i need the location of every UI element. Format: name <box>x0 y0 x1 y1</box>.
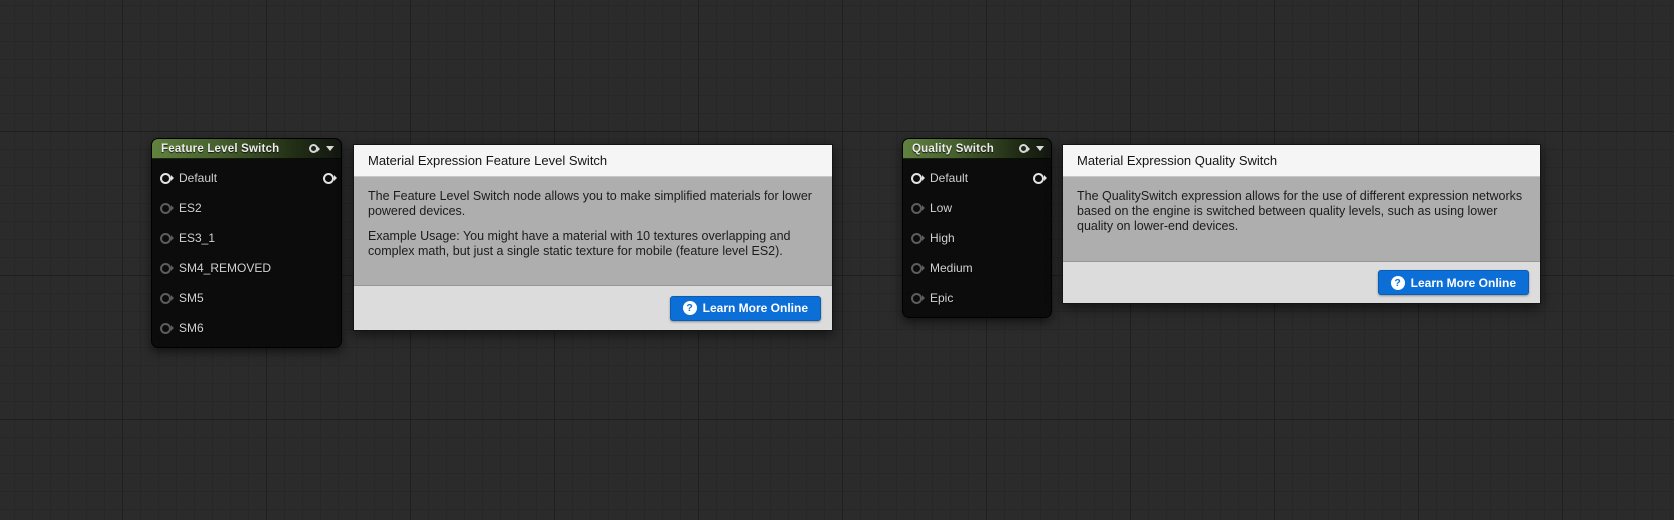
pin-label: Epic <box>930 291 954 305</box>
chevron-down-icon[interactable] <box>1036 146 1044 151</box>
input-pin-icon[interactable] <box>911 262 922 274</box>
header-icons <box>1019 144 1044 153</box>
pin-row: Low <box>903 193 1051 223</box>
pin-label: High <box>930 231 955 245</box>
pin-row: Default <box>152 163 341 193</box>
tooltip-paragraph: The QualitySwitch expression allows for … <box>1077 189 1523 233</box>
pin-label: SM4_REMOVED <box>179 261 272 275</box>
pin-row: Default <box>903 163 1051 193</box>
question-mark-icon: ? <box>1390 275 1405 290</box>
pin-label: Default <box>179 171 218 185</box>
learn-more-label: Learn More Online <box>702 301 808 315</box>
input-pin-icon[interactable] <box>160 232 171 244</box>
pin-row: Epic <box>903 283 1051 313</box>
pin-row: High <box>903 223 1051 253</box>
learn-more-online-button[interactable]: ? Learn More Online <box>1377 270 1529 295</box>
preview-pin-icon[interactable] <box>309 144 318 153</box>
node-feature-level-switch[interactable]: Feature Level Switch Default ES2 ES3_1 S… <box>151 138 342 348</box>
tooltip-title: Material Expression Quality Switch <box>1063 145 1540 177</box>
preview-pin-icon[interactable] <box>1019 144 1028 153</box>
pin-row: ES2 <box>152 193 341 223</box>
pin-row: SM4_REMOVED <box>152 253 341 283</box>
learn-more-label: Learn More Online <box>1410 275 1516 290</box>
input-pin-icon[interactable] <box>160 202 171 214</box>
pin-label: Medium <box>930 261 973 275</box>
node-header[interactable]: Feature Level Switch <box>152 139 341 159</box>
chevron-down-icon[interactable] <box>326 146 334 151</box>
pin-row: Medium <box>903 253 1051 283</box>
input-pin-icon[interactable] <box>160 262 171 274</box>
tooltip-feature-level-switch: Material Expression Feature Level Switch… <box>353 144 833 331</box>
tooltip-paragraph: The Feature Level Switch node allows you… <box>368 189 812 218</box>
input-pin-icon[interactable] <box>911 202 922 214</box>
tooltip-paragraph: Example Usage: You might have a material… <box>368 229 791 258</box>
tooltip-footer: ? Learn More Online <box>354 285 832 330</box>
output-pin-icon[interactable] <box>1033 172 1044 184</box>
question-mark-icon: ? <box>682 301 697 315</box>
pin-label: Default <box>930 171 969 185</box>
learn-more-online-button[interactable]: ? Learn More Online <box>669 295 821 321</box>
pin-label: ES2 <box>179 201 202 215</box>
node-title: Feature Level Switch <box>161 142 280 155</box>
output-pin-icon[interactable] <box>323 172 334 184</box>
input-pin-icon[interactable] <box>911 232 922 244</box>
pin-label: SM5 <box>179 291 204 305</box>
input-pin-icon[interactable] <box>160 292 171 304</box>
node-title: Quality Switch <box>912 142 995 155</box>
tooltip-description: The Feature Level Switch node allows you… <box>354 177 832 285</box>
tooltip-title: Material Expression Feature Level Switch <box>354 145 832 177</box>
tooltip-quality-switch: Material Expression Quality Switch The Q… <box>1062 144 1541 304</box>
node-body: Default Low High Medium Epic <box>903 159 1051 317</box>
tooltip-footer: ? Learn More Online <box>1063 261 1540 303</box>
input-pin-icon[interactable] <box>911 172 922 184</box>
node-header[interactable]: Quality Switch <box>903 139 1051 159</box>
node-body: Default ES2 ES3_1 SM4_REMOVED SM5 SM6 <box>152 159 341 347</box>
pin-label: Low <box>930 201 953 215</box>
node-quality-switch[interactable]: Quality Switch Default Low High Medium E… <box>902 138 1052 318</box>
pin-row: ES3_1 <box>152 223 341 253</box>
header-icons <box>309 144 334 153</box>
pin-row: SM5 <box>152 283 341 313</box>
material-graph-canvas[interactable]: Feature Level Switch Default ES2 ES3_1 S… <box>0 0 1674 520</box>
tooltip-description: The QualitySwitch expression allows for … <box>1063 177 1540 261</box>
input-pin-icon[interactable] <box>911 292 922 304</box>
input-pin-icon[interactable] <box>160 322 171 334</box>
pin-label: ES3_1 <box>179 231 216 245</box>
pin-row: SM6 <box>152 313 341 343</box>
input-pin-icon[interactable] <box>160 172 171 184</box>
pin-label: SM6 <box>179 321 204 335</box>
